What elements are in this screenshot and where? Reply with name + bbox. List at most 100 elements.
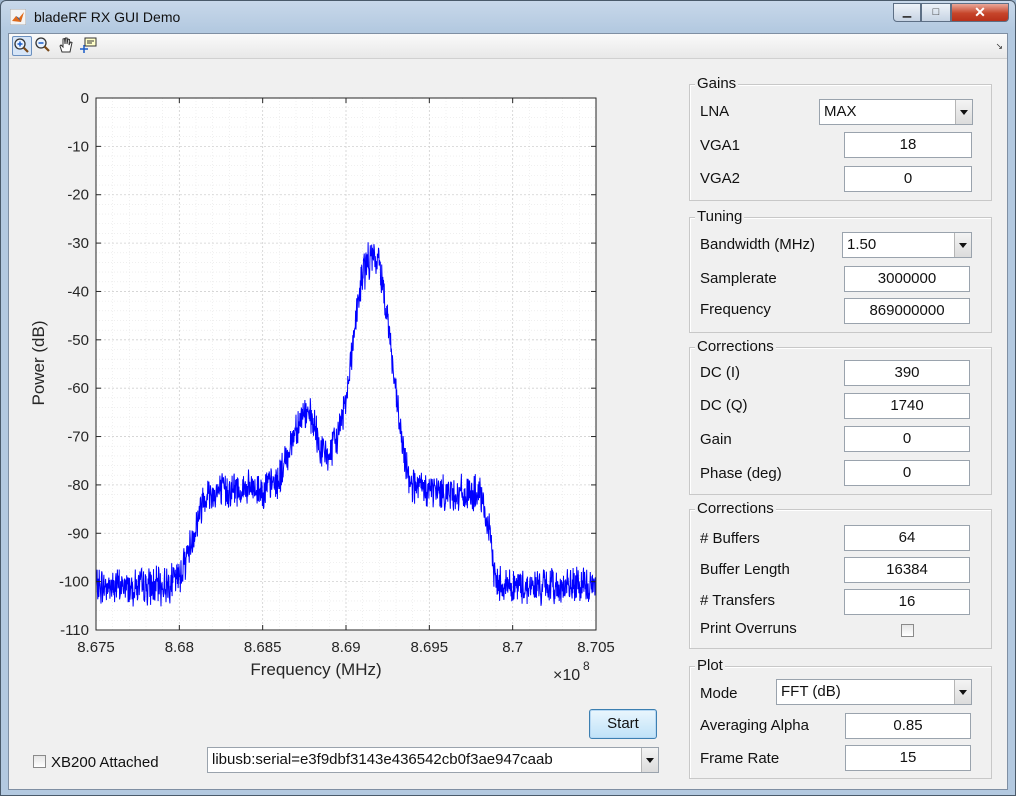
- chevron-down-icon: [954, 233, 971, 257]
- transfers-label: # Transfers: [700, 592, 776, 609]
- stream-panel: Corrections # Buffers 64 Buffer Length 1…: [689, 500, 992, 649]
- chevron-down-icon: [955, 100, 972, 124]
- data-cursor-icon: [80, 37, 97, 53]
- averaging-alpha-label: Averaging Alpha: [700, 717, 809, 734]
- x-tick-label: 8.685: [244, 639, 282, 656]
- x-tick-label: 8.695: [411, 639, 449, 656]
- spectrum-plot[interactable]: 8.675 8.68 8.685 8.69 8.695 8.7 8.705 0 -10 -20 -…: [9, 58, 669, 738]
- start-button-label: Start: [607, 715, 639, 732]
- x-tick-label: 8.7: [502, 639, 523, 656]
- y-tick-label: -110: [60, 622, 89, 639]
- start-button[interactable]: Start: [589, 709, 657, 739]
- dc-i-label: DC (I): [700, 364, 740, 381]
- gains-panel-title: Gains: [695, 75, 739, 93]
- x-exponent-label: ×10: [553, 667, 580, 684]
- dc-q-field[interactable]: 1740: [844, 393, 970, 419]
- vga1-field[interactable]: 18: [844, 132, 972, 158]
- maximize-button[interactable]: □: [921, 3, 951, 22]
- y-axis-label: Power (dB): [29, 320, 48, 405]
- frequency-field[interactable]: 869000000: [844, 298, 970, 324]
- dc-q-label: DC (Q): [700, 397, 748, 414]
- minimize-button[interactable]: ▁: [893, 3, 921, 22]
- print-overruns-label: Print Overruns: [700, 620, 797, 637]
- x-tick-label: 8.675: [77, 639, 115, 656]
- phase-field[interactable]: 0: [844, 460, 970, 486]
- zoom-out-button[interactable]: [34, 36, 54, 56]
- app-window: bladeRF RX GUI Demo ▁ □ ✕ ↘ 8.675 8.68 8…: [0, 0, 1016, 796]
- buffer-length-field[interactable]: 16384: [844, 557, 970, 583]
- dock-arrow-icon[interactable]: ↘: [995, 41, 1003, 52]
- lna-select-value: MAX: [824, 103, 857, 120]
- chevron-down-icon: [641, 748, 658, 772]
- x-exponent-power: 8: [583, 659, 590, 673]
- figure-toolbar: ↘: [9, 34, 1007, 59]
- dc-i-field[interactable]: 390: [844, 360, 970, 386]
- tuning-panel: Tuning Bandwidth (MHz) 1.50 Samplerate 3…: [689, 208, 992, 333]
- close-button[interactable]: ✕: [951, 3, 1009, 22]
- vga2-field[interactable]: 0: [844, 166, 972, 192]
- frame-rate-field[interactable]: 15: [845, 745, 971, 771]
- figure-client-area: ↘ 8.675 8.68 8.685 8.69 8.695 8.7 8.705 0 -10 -2…: [8, 33, 1008, 790]
- tuning-panel-title: Tuning: [695, 208, 745, 226]
- x-axis-label: Frequency (MHz): [250, 660, 381, 679]
- samplerate-label: Samplerate: [700, 270, 777, 287]
- chevron-down-icon: [954, 680, 971, 704]
- buffers-field[interactable]: 64: [844, 525, 970, 551]
- zoom-in-icon: [14, 38, 29, 53]
- frame-rate-label: Frame Rate: [700, 750, 780, 767]
- plot-settings-panel-title: Plot: [695, 657, 725, 675]
- close-icon: ✕: [974, 4, 986, 20]
- buffer-length-label: Buffer Length: [700, 561, 790, 578]
- xb200-label: XB200 Attached: [51, 754, 159, 771]
- y-tick-label: -50: [67, 332, 89, 349]
- x-tick-label: 8.69: [331, 639, 360, 656]
- bandwidth-select[interactable]: 1.50: [842, 232, 972, 258]
- vga2-label: VGA2: [700, 170, 741, 187]
- averaging-alpha-field[interactable]: 0.85: [845, 713, 971, 739]
- minimize-icon: ▁: [902, 6, 912, 18]
- zoom-in-button[interactable]: [12, 36, 32, 56]
- buffers-label: # Buffers: [700, 530, 760, 547]
- x-tick-label: 8.68: [165, 639, 194, 656]
- y-tick-label: -30: [67, 235, 89, 252]
- y-tick-label: -20: [67, 187, 89, 204]
- vga1-label: VGA1: [700, 137, 741, 154]
- pan-button[interactable]: [57, 36, 77, 56]
- device-select-value: libusb:serial=e3f9dbf3143e436542cb0f3ae9…: [212, 751, 553, 768]
- lna-select[interactable]: MAX: [819, 99, 973, 125]
- plot-settings-panel: Plot Mode FFT (dB) Averaging Alpha 0.85 …: [689, 657, 992, 779]
- stream-panel-title: Corrections: [695, 500, 776, 518]
- mode-label: Mode: [700, 685, 738, 702]
- gain-field[interactable]: 0: [844, 426, 970, 452]
- corrections-panel-title: Corrections: [695, 338, 776, 356]
- print-overruns-checkbox[interactable]: [901, 624, 914, 637]
- gain-label: Gain: [700, 431, 732, 448]
- y-tick-label: 0: [81, 90, 89, 107]
- lna-label: LNA: [700, 103, 730, 120]
- x-tick-label: 8.705: [577, 639, 615, 656]
- mode-select-value: FFT (dB): [781, 683, 841, 700]
- gains-panel: Gains LNA MAX VGA1 18 VGA2 0: [689, 75, 992, 201]
- device-select[interactable]: libusb:serial=e3f9dbf3143e436542cb0f3ae9…: [207, 747, 659, 773]
- xb200-checkbox[interactable]: [33, 755, 46, 768]
- data-cursor-button[interactable]: [80, 36, 100, 56]
- bandwidth-select-value: 1.50: [847, 236, 877, 253]
- phase-label: Phase (deg): [700, 465, 782, 482]
- samplerate-field[interactable]: 3000000: [844, 266, 970, 292]
- title-bar[interactable]: bladeRF RX GUI Demo ▁ □ ✕: [1, 1, 1015, 33]
- y-tick-label: -90: [67, 525, 89, 542]
- y-tick-label: -10: [67, 138, 89, 155]
- corrections-panel: Corrections DC (I) 390 DC (Q) 1740 Gain …: [689, 338, 992, 495]
- window-title: bladeRF RX GUI Demo: [34, 9, 181, 25]
- transfers-field[interactable]: 16: [844, 589, 970, 615]
- maximize-icon: □: [932, 6, 940, 18]
- mode-select[interactable]: FFT (dB): [776, 679, 972, 705]
- y-tick-label: -100: [59, 574, 89, 591]
- zoom-out-icon: [35, 37, 50, 52]
- frequency-label: Frequency: [700, 301, 771, 318]
- matlab-icon: [10, 9, 26, 25]
- pan-hand-icon: [59, 37, 73, 53]
- y-tick-label: -80: [67, 477, 89, 494]
- y-tick-label: -40: [67, 283, 89, 300]
- bandwidth-label: Bandwidth (MHz): [700, 236, 816, 253]
